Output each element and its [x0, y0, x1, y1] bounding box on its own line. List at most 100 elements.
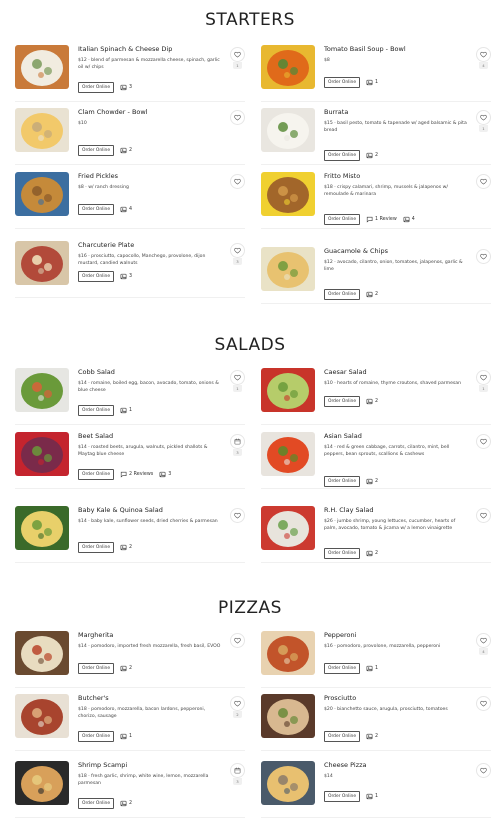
- menu-item-clam-chowder-bowl[interactable]: Clam Chowder - Bowl $10 Order Online 2: [15, 108, 245, 166]
- item-name[interactable]: Burrata: [324, 108, 348, 116]
- order-online-button[interactable]: Order Online: [324, 214, 361, 225]
- item-photo[interactable]: [261, 761, 315, 805]
- order-online-button[interactable]: Order Online: [78, 663, 115, 674]
- photos-link[interactable]: 1: [120, 733, 132, 740]
- menu-item-asian-salad[interactable]: Asian Salad $14 · red & green cabbage, ca…: [261, 432, 491, 490]
- photos-link[interactable]: 2: [120, 665, 132, 672]
- order-online-button[interactable]: Order Online: [78, 542, 115, 553]
- item-name[interactable]: R.H. Clay Salad: [324, 506, 374, 514]
- item-name[interactable]: Tomato Basil Soup - Bowl: [324, 45, 406, 53]
- photos-link[interactable]: 4: [120, 206, 132, 213]
- like-button[interactable]: [476, 508, 491, 523]
- menu-item-prosciutto[interactable]: Prosciutto $20 · bianchetto sauce, arugul…: [261, 694, 491, 752]
- photos-link[interactable]: 3: [120, 84, 132, 91]
- order-online-button[interactable]: Order Online: [324, 396, 361, 407]
- order-online-button[interactable]: Order Online: [324, 77, 361, 88]
- item-name[interactable]: Fried Pickles: [78, 172, 118, 180]
- photos-link[interactable]: 2: [366, 398, 378, 405]
- item-photo[interactable]: [261, 247, 315, 291]
- like-button[interactable]: [230, 370, 245, 385]
- like-button[interactable]: [230, 243, 245, 258]
- menu-item-pepperoni[interactable]: Pepperoni $16 · pomodoro, provolone, mozz…: [261, 631, 491, 689]
- menu-item-italian-spinach-cheese-dip[interactable]: Italian Spinach & Cheese Dip $12 · blend …: [15, 45, 245, 103]
- photos-link[interactable]: 4: [403, 216, 415, 223]
- photos-link[interactable]: 1: [120, 407, 132, 414]
- item-photo[interactable]: [15, 45, 69, 89]
- photos-link[interactable]: 2: [366, 550, 378, 557]
- order-online-button[interactable]: Order Online: [78, 469, 115, 480]
- item-photo[interactable]: [261, 45, 315, 89]
- order-online-button[interactable]: Order Online: [78, 271, 115, 282]
- item-name[interactable]: Fritto Misto: [324, 172, 360, 180]
- photos-link[interactable]: 2: [366, 733, 378, 740]
- reviews-link[interactable]: 1 Review: [366, 216, 397, 223]
- like-button[interactable]: [476, 110, 491, 125]
- menu-item-fritto-misto[interactable]: Fritto Misto $18 · crispy calamari, shrim…: [261, 172, 491, 230]
- item-photo[interactable]: [261, 631, 315, 675]
- item-photo[interactable]: [15, 631, 69, 675]
- photos-link[interactable]: 3: [159, 471, 171, 478]
- menu-item-guacamole-chips[interactable]: Guacamole & Chips $12 · avocado, cilantro…: [261, 247, 491, 305]
- photos-link[interactable]: 3: [120, 273, 132, 280]
- menu-item-r-h-clay-salad[interactable]: R.H. Clay Salad $26 · jumbo shrimp, young…: [261, 506, 491, 564]
- item-photo[interactable]: [261, 506, 315, 550]
- photos-link[interactable]: 2: [366, 152, 378, 159]
- order-online-button[interactable]: Order Online: [78, 82, 115, 93]
- like-button[interactable]: [476, 434, 491, 449]
- menu-item-charcuterie-plate[interactable]: Charcuterie Plate $16 · prosciutto, capoc…: [15, 241, 245, 299]
- order-online-button[interactable]: Order Online: [78, 204, 115, 215]
- like-button[interactable]: [476, 174, 491, 189]
- like-button[interactable]: [230, 47, 245, 62]
- order-online-button[interactable]: Order Online: [324, 289, 361, 300]
- item-name[interactable]: Cobb Salad: [78, 368, 115, 376]
- item-photo[interactable]: [15, 506, 69, 550]
- calendar-button[interactable]: [230, 434, 245, 449]
- like-button[interactable]: [476, 47, 491, 62]
- order-online-button[interactable]: Order Online: [324, 150, 361, 161]
- like-button[interactable]: [476, 249, 491, 264]
- photos-link[interactable]: 2: [366, 291, 378, 298]
- order-online-button[interactable]: Order Online: [324, 791, 361, 802]
- item-photo[interactable]: [261, 172, 315, 216]
- calendar-button[interactable]: [230, 763, 245, 778]
- menu-item-shrimp-scampi[interactable]: Shrimp Scampi $18 · fresh garlic, shrimp,…: [15, 761, 245, 819]
- order-online-button[interactable]: Order Online: [78, 405, 115, 416]
- like-button[interactable]: [230, 110, 245, 125]
- menu-item-fried-pickles[interactable]: Fried Pickles $8 · w/ ranch dressing Order…: [15, 172, 245, 230]
- item-name[interactable]: Baby Kale & Quinoa Salad: [78, 506, 163, 514]
- menu-item-burrata[interactable]: Burrata $15 · basil pesto, tomato & tapen…: [261, 108, 491, 166]
- photos-link[interactable]: 1: [366, 793, 378, 800]
- item-name[interactable]: Shrimp Scampi: [78, 761, 127, 769]
- order-online-button[interactable]: Order Online: [78, 145, 115, 156]
- order-online-button[interactable]: Order Online: [324, 663, 361, 674]
- reviews-link[interactable]: 2 Reviews: [120, 471, 153, 478]
- item-photo[interactable]: [261, 432, 315, 476]
- photos-link[interactable]: 2: [120, 800, 132, 807]
- like-button[interactable]: [476, 696, 491, 711]
- like-button[interactable]: [476, 633, 491, 648]
- item-photo[interactable]: [15, 241, 69, 285]
- menu-item-cheese-pizza[interactable]: Cheese Pizza $14 Order Online 1: [261, 761, 491, 819]
- item-photo[interactable]: [261, 108, 315, 152]
- photos-link[interactable]: 2: [120, 147, 132, 154]
- order-online-button[interactable]: Order Online: [324, 731, 361, 742]
- menu-item-cobb-salad[interactable]: Cobb Salad $14 · romaine, boiled egg, bac…: [15, 368, 245, 426]
- item-name[interactable]: Margherita: [78, 631, 113, 639]
- item-name[interactable]: Beet Salad: [78, 432, 113, 440]
- item-name[interactable]: Butcher's: [78, 694, 109, 702]
- menu-item-baby-kale-quinoa-salad[interactable]: Baby Kale & Quinoa Salad $14 · baby kale,…: [15, 506, 245, 564]
- order-online-button[interactable]: Order Online: [78, 731, 115, 742]
- photos-link[interactable]: 2: [366, 478, 378, 485]
- item-name[interactable]: Clam Chowder - Bowl: [78, 108, 148, 116]
- item-photo[interactable]: [15, 432, 69, 476]
- order-online-button[interactable]: Order Online: [78, 798, 115, 809]
- menu-item-margherita[interactable]: Margherita $14 · pomodoro, imported fresh…: [15, 631, 245, 689]
- menu-item-beet-salad[interactable]: Beet Salad $14 · roasted beets, arugula, …: [15, 432, 245, 490]
- menu-item-caesar-salad[interactable]: Caesar Salad $10 · hearts of romaine, thy…: [261, 368, 491, 426]
- order-online-button[interactable]: Order Online: [324, 548, 361, 559]
- item-photo[interactable]: [15, 108, 69, 152]
- like-button[interactable]: [230, 696, 245, 711]
- photos-link[interactable]: 1: [366, 665, 378, 672]
- item-name[interactable]: Asian Salad: [324, 432, 362, 440]
- photos-link[interactable]: 2: [120, 544, 132, 551]
